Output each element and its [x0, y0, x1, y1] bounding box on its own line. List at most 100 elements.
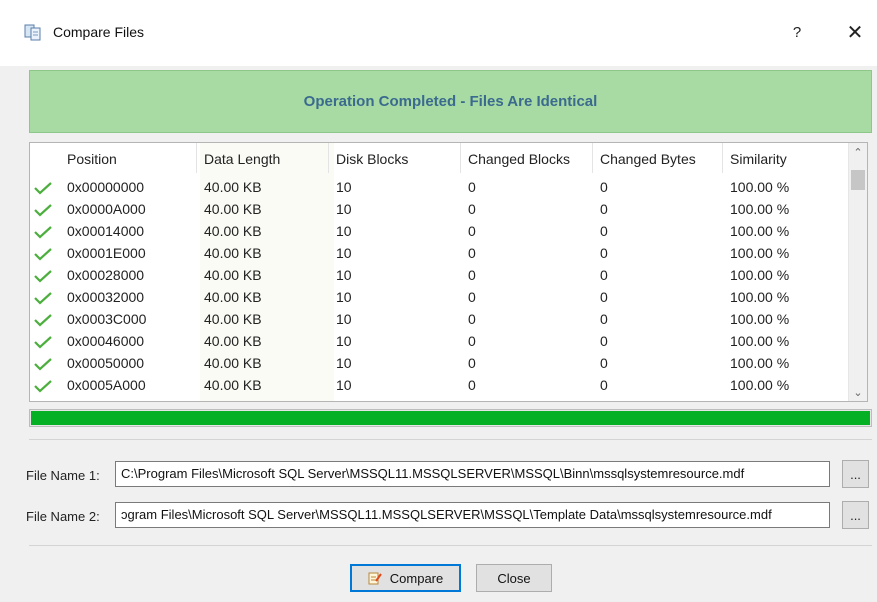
cell-position: 0x0001E000: [67, 245, 146, 261]
status-banner-text: Operation Completed - Files Are Identica…: [303, 93, 598, 110]
table-row[interactable]: 0x0005A000 40.00 KB 10 0 0 100.00 %: [30, 374, 848, 396]
cell-position: 0x00014000: [67, 223, 145, 239]
cell-disk-blocks: 10: [336, 201, 352, 217]
scroll-up-icon[interactable]: ⌃: [849, 143, 867, 161]
green-check-icon: [34, 336, 52, 349]
cell-changed-bytes: 0: [600, 245, 608, 261]
column-header-data-length[interactable]: Data Length: [204, 151, 280, 167]
table-row[interactable]: [30, 396, 848, 401]
file-name-2-input[interactable]: ɔgram Files\Microsoft SQL Server\MSSQL11…: [115, 502, 830, 528]
cell-position: 0x00000000: [67, 179, 145, 195]
cell-changed-bytes: 0: [600, 289, 608, 305]
cell-changed-blocks: 0: [468, 355, 476, 371]
compare-files-dialog: Compare Files ? ✕ Operation Completed - …: [0, 0, 877, 602]
cell-changed-blocks: 0: [468, 179, 476, 195]
cell-changed-blocks: 0: [468, 333, 476, 349]
cell-similarity: 100.00 %: [730, 201, 790, 217]
compare-icon: [368, 572, 382, 585]
cell-data-length: 40.00 KB: [204, 201, 262, 217]
cell-position: 0x0005A000: [67, 377, 146, 393]
column-header-changed-bytes[interactable]: Changed Bytes: [600, 151, 696, 167]
status-banner: Operation Completed - Files Are Identica…: [29, 70, 872, 133]
table-row[interactable]: 0x0001E000 40.00 KB 10 0 0 100.00 %: [30, 242, 848, 264]
cell-data-length: 40.00 KB: [204, 355, 262, 371]
cell-changed-bytes: 0: [600, 333, 608, 349]
cell-data-length: 40.00 KB: [204, 267, 262, 283]
green-check-icon: [34, 380, 52, 393]
cell-changed-blocks: 0: [468, 223, 476, 239]
cell-disk-blocks: 10: [336, 245, 352, 261]
cell-disk-blocks: 10: [336, 289, 352, 305]
cell-changed-blocks: 0: [468, 245, 476, 261]
cell-similarity: 100.00 %: [730, 377, 790, 393]
compare-files-icon: [24, 24, 41, 41]
cell-disk-blocks: 10: [336, 311, 352, 327]
vertical-scrollbar[interactable]: ⌃ ⌄: [848, 143, 867, 401]
cell-position: 0x00028000: [67, 267, 145, 283]
column-header-disk-blocks[interactable]: Disk Blocks: [336, 151, 408, 167]
table-row[interactable]: 0x00014000 40.00 KB 10 0 0 100.00 %: [30, 220, 848, 242]
compare-button[interactable]: Compare: [350, 564, 461, 592]
green-check-icon: [34, 292, 52, 305]
table-row[interactable]: 0x0000A000 40.00 KB 10 0 0 100.00 %: [30, 198, 848, 220]
cell-similarity: 100.00 %: [730, 333, 790, 349]
file-name-1-label: File Name 1:: [26, 468, 100, 483]
cell-position: 0x00032000: [67, 289, 145, 305]
cell-data-length: 40.00 KB: [204, 333, 262, 349]
cell-similarity: 100.00 %: [730, 223, 790, 239]
close-window-button[interactable]: ✕: [832, 14, 877, 50]
column-header-changed-blocks[interactable]: Changed Blocks: [468, 151, 570, 167]
cell-similarity: 100.00 %: [730, 267, 790, 283]
close-button-label: Close: [497, 570, 531, 586]
table-row[interactable]: 0x00032000 40.00 KB 10 0 0 100.00 %: [30, 286, 848, 308]
table-row[interactable]: 0x00050000 40.00 KB 10 0 0 100.00 %: [30, 352, 848, 374]
cell-position: 0x00046000: [67, 333, 145, 349]
cell-disk-blocks: 10: [336, 355, 352, 371]
file-name-2-label: File Name 2:: [26, 509, 100, 524]
cell-similarity: 100.00 %: [730, 355, 790, 371]
results-table[interactable]: Position Data Length Disk Blocks Changed…: [29, 142, 868, 402]
table-row[interactable]: 0x00028000 40.00 KB 10 0 0 100.00 %: [30, 264, 848, 286]
browse-file-2-button[interactable]: ...: [842, 501, 869, 529]
scroll-down-icon[interactable]: ⌄: [849, 383, 867, 401]
help-button[interactable]: ?: [774, 14, 820, 50]
cell-data-length: 40.00 KB: [204, 179, 262, 195]
file-name-1-input[interactable]: C:\Program Files\Microsoft SQL Server\MS…: [115, 461, 830, 487]
cell-data-length: 40.00 KB: [204, 245, 262, 261]
close-button[interactable]: Close: [476, 564, 552, 592]
table-row[interactable]: 0x00000000 40.00 KB 10 0 0 100.00 %: [30, 176, 848, 198]
cell-similarity: 100.00 %: [730, 311, 790, 327]
window-title: Compare Files: [53, 24, 145, 40]
table-row[interactable]: 0x0003C000 40.00 KB 10 0 0 100.00 %: [30, 308, 848, 330]
table-row[interactable]: 0x00046000 40.00 KB 10 0 0 100.00 %: [30, 330, 848, 352]
cell-changed-bytes: 0: [600, 377, 608, 393]
progress-bar-fill: [31, 411, 870, 425]
cell-changed-blocks: 0: [468, 267, 476, 283]
cell-changed-bytes: 0: [600, 201, 608, 217]
cell-disk-blocks: 10: [336, 377, 352, 393]
cell-disk-blocks: 10: [336, 333, 352, 349]
column-header-similarity[interactable]: Similarity: [730, 151, 787, 167]
cell-similarity: 100.00 %: [730, 179, 790, 195]
cell-data-length: 40.00 KB: [204, 289, 262, 305]
cell-position: 0x0000A000: [67, 201, 146, 217]
browse-file-1-button[interactable]: ...: [842, 460, 869, 488]
green-check-icon: [34, 314, 52, 327]
green-check-icon: [34, 270, 52, 283]
progress-bar: [29, 409, 872, 427]
cell-data-length: 40.00 KB: [204, 223, 262, 239]
cell-changed-bytes: 0: [600, 267, 608, 283]
scrollbar-thumb[interactable]: [851, 170, 865, 190]
cell-changed-bytes: 0: [600, 223, 608, 239]
green-check-icon: [34, 358, 52, 371]
green-check-icon: [34, 226, 52, 239]
table-header: Position Data Length Disk Blocks Changed…: [30, 143, 848, 173]
divider: [29, 439, 872, 440]
cell-changed-bytes: 0: [600, 355, 608, 371]
cell-similarity: 100.00 %: [730, 289, 790, 305]
green-check-icon: [34, 182, 52, 195]
cell-data-length: 40.00 KB: [204, 377, 262, 393]
cell-changed-bytes: 0: [600, 179, 608, 195]
column-header-position[interactable]: Position: [67, 151, 117, 167]
compare-button-label: Compare: [389, 570, 444, 586]
